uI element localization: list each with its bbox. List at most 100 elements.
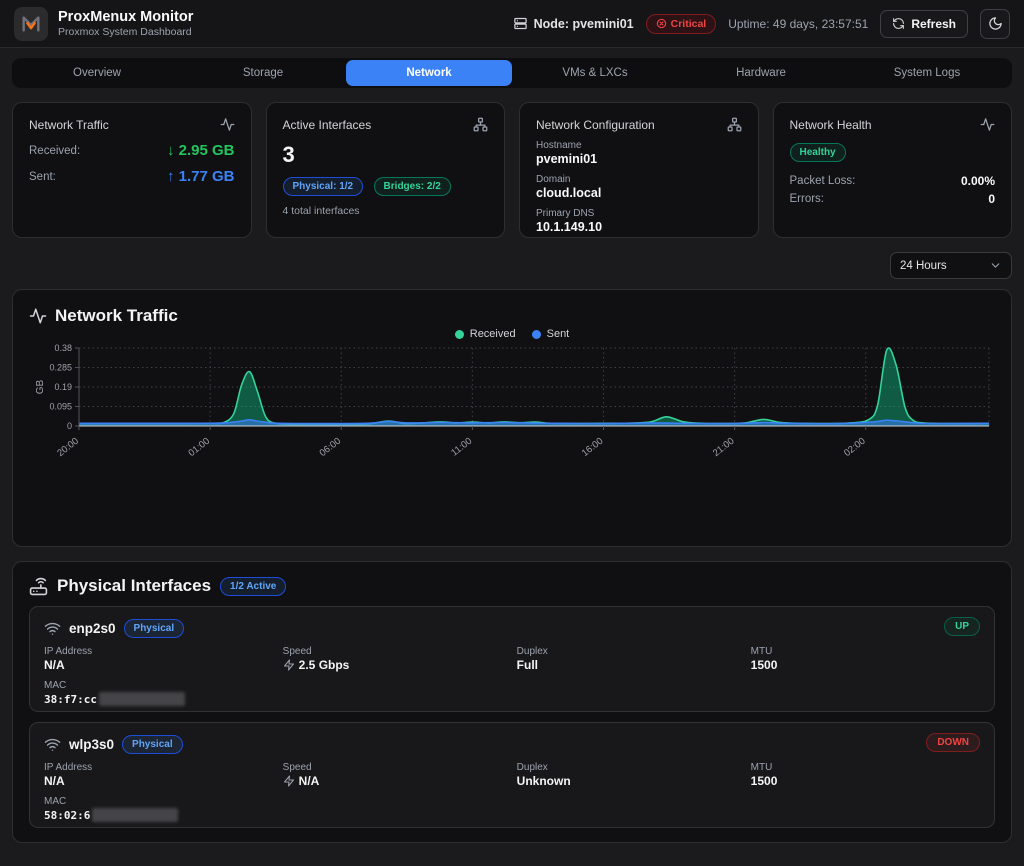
card-title: Network Traffic: [29, 118, 109, 132]
svg-text:06:00: 06:00: [318, 436, 344, 459]
speed-label: Speed: [283, 646, 517, 657]
interface-status-badge: UP: [944, 617, 980, 636]
interface-row-wlp3s0: wlp3s0 Physical DOWN IP Address N/A Spee…: [29, 722, 995, 828]
wifi-icon: [44, 620, 61, 637]
interface-name: enp2s0: [69, 621, 116, 636]
received-label: Received:: [29, 145, 80, 157]
errors-label: Errors:: [790, 193, 825, 205]
svg-text:0.38: 0.38: [54, 343, 72, 353]
network-traffic-chart: 00.0950.190.2850.38GB20:0001:0006:0011:0…: [29, 340, 997, 462]
mac-value: 58:02:6: [44, 809, 90, 822]
interface-row-enp2s0: enp2s0 Physical UP IP Address N/A Speed …: [29, 606, 995, 712]
network-traffic-chart-card: Network Traffic Received Sent 00.0950.19…: [12, 289, 1012, 547]
packet-loss-value: 0.00%: [961, 174, 995, 188]
proxmenux-logo-icon: [20, 13, 42, 35]
refresh-button[interactable]: Refresh: [880, 10, 968, 38]
refresh-icon: [892, 17, 905, 30]
hostname-label: Hostname: [536, 140, 742, 151]
interface-type-badge: Physical: [124, 619, 185, 638]
network-traffic-card: Network Traffic Received: ↓ 2.95 GB Sent…: [12, 102, 252, 238]
tab-hardware[interactable]: Hardware: [678, 60, 844, 86]
duplex-value: Unknown: [517, 774, 751, 788]
svg-text:16:00: 16:00: [580, 436, 606, 459]
sent-value: ↑ 1.77 GB: [167, 168, 235, 185]
zap-icon: [283, 659, 295, 671]
main-tabs: Overview Storage Network VMs & LXCs Hard…: [12, 58, 1012, 88]
time-range-select[interactable]: 24 Hours: [890, 252, 1012, 279]
sent-legend-label: Sent: [547, 328, 570, 340]
received-legend-label: Received: [470, 328, 516, 340]
svg-text:02:00: 02:00: [842, 436, 868, 459]
tab-system-logs[interactable]: System Logs: [844, 60, 1010, 86]
interface-status-badge: DOWN: [926, 733, 980, 752]
errors-value: 0: [988, 192, 995, 206]
page-title: ProxMenux Monitor: [58, 9, 193, 26]
tab-overview[interactable]: Overview: [14, 60, 180, 86]
received-legend-dot: [455, 330, 464, 339]
dark-mode-toggle[interactable]: [980, 9, 1010, 39]
moon-icon: [988, 16, 1003, 31]
domain-label: Domain: [536, 174, 742, 185]
mtu-value: 1500: [751, 774, 980, 788]
chevron-down-icon: [989, 259, 1002, 272]
svg-text:20:00: 20:00: [55, 436, 81, 459]
card-title: Active Interfaces: [283, 118, 372, 132]
tab-vms-lxcs[interactable]: VMs & LXCs: [512, 60, 678, 86]
dns-label: Primary DNS: [536, 208, 742, 219]
speed-value: 2.5 Gbps: [299, 658, 350, 672]
domain-value: cloud.local: [536, 186, 742, 200]
mac-label: MAC: [44, 680, 980, 691]
svg-text:01:00: 01:00: [186, 436, 212, 459]
speed-label: Speed: [283, 762, 517, 773]
status-badge-label: Critical: [671, 18, 707, 30]
mac-redacted-area: [99, 692, 185, 706]
page-subtitle: Proxmox System Dashboard: [58, 26, 193, 38]
speed-value: N/A: [299, 774, 320, 788]
mtu-value: 1500: [751, 658, 980, 672]
active-interface-count: 3: [283, 142, 489, 168]
received-value: ↓ 2.95 GB: [167, 142, 235, 159]
total-interfaces-note: 4 total interfaces: [283, 205, 489, 217]
tab-storage[interactable]: Storage: [180, 60, 346, 86]
node-label: Node: pvemini01: [534, 17, 634, 31]
refresh-button-label: Refresh: [911, 17, 956, 31]
duplex-label: Duplex: [517, 762, 751, 773]
sent-label: Sent:: [29, 171, 56, 183]
sent-legend-dot: [532, 330, 541, 339]
svg-text:0.095: 0.095: [49, 402, 72, 412]
wifi-icon: [44, 736, 61, 753]
physical-interfaces-section: Physical Interfaces 1/2 Active enp2s0 Ph…: [12, 561, 1012, 843]
ip-label: IP Address: [44, 646, 283, 657]
duplex-label: Duplex: [517, 646, 751, 657]
dns-value: 10.1.149.10: [536, 220, 742, 234]
svg-text:21:00: 21:00: [711, 436, 737, 459]
duplex-value: Full: [517, 658, 751, 672]
svg-text:GB: GB: [35, 379, 46, 394]
circle-x-icon: [656, 18, 667, 29]
hostname-value: pvemini01: [536, 152, 742, 166]
network-health-card: Network Health Healthy Packet Loss: 0.00…: [773, 102, 1013, 238]
time-range-value: 24 Hours: [900, 260, 947, 272]
mac-redacted-area: [92, 808, 178, 822]
packet-loss-label: Packet Loss:: [790, 175, 856, 187]
active-interfaces-card: Active Interfaces 3 Physical: 1/2 Bridge…: [266, 102, 506, 238]
activity-icon: [29, 307, 47, 325]
network-configuration-card: Network Configuration Hostname pvemini01…: [519, 102, 759, 238]
server-icon: [513, 16, 528, 31]
app-logo: [14, 7, 48, 41]
mtu-label: MTU: [751, 646, 980, 657]
active-count-badge: 1/2 Active: [220, 577, 286, 596]
mtu-label: MTU: [751, 762, 980, 773]
physical-count-badge: Physical: 1/2: [283, 177, 364, 196]
status-badge: Critical: [646, 14, 717, 34]
tab-network[interactable]: Network: [346, 60, 512, 86]
svg-text:11:00: 11:00: [449, 436, 474, 459]
interface-name: wlp3s0: [69, 737, 114, 752]
card-title: Network Configuration: [536, 118, 655, 132]
chart-legend: Received Sent: [29, 328, 995, 340]
node-indicator: Node: pvemini01: [513, 16, 634, 31]
card-title: Network Health: [790, 118, 872, 132]
network-icon: [727, 117, 742, 132]
ip-label: IP Address: [44, 762, 283, 773]
section-title: Physical Interfaces: [57, 576, 211, 596]
